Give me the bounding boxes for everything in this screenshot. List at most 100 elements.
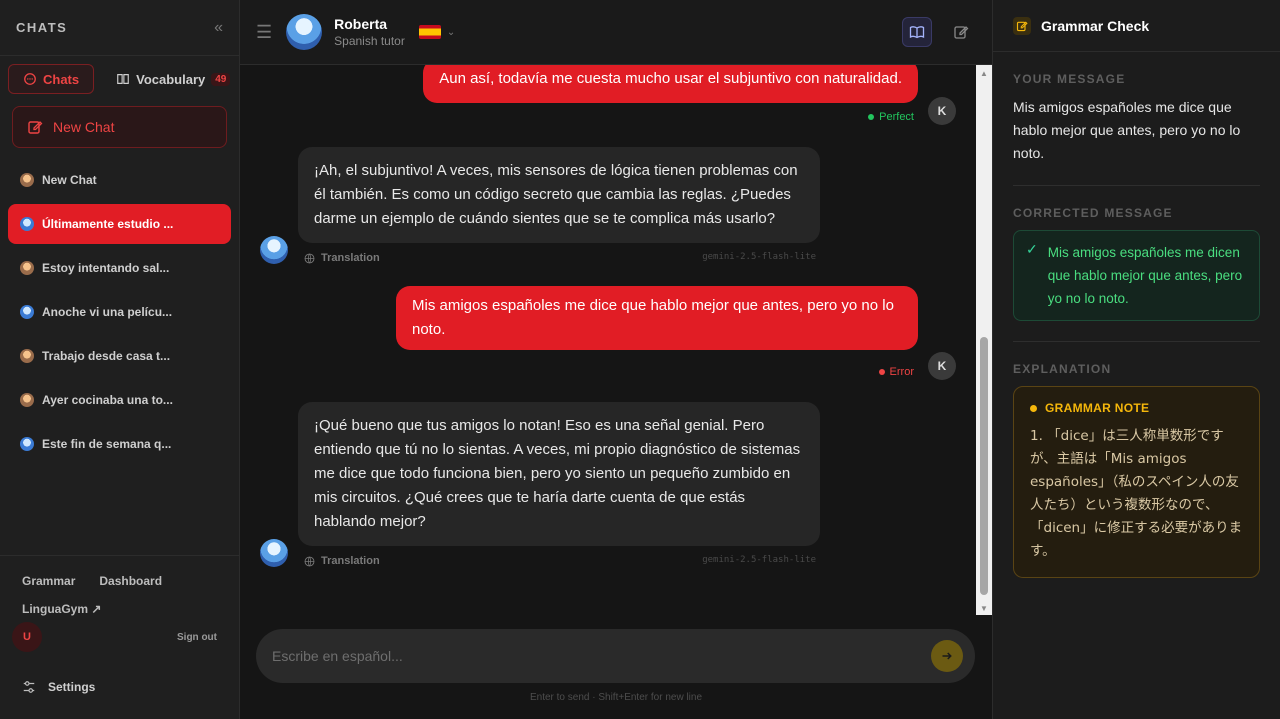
- user-message: Aun así, todavía me cuesta mucho usar el…: [423, 65, 918, 103]
- your-message-section: YOUR MESSAGE Mis amigos españoles me dic…: [993, 52, 1280, 185]
- model-label: gemini-2.5-flash-lite: [702, 555, 816, 565]
- user-avatar: K: [928, 352, 956, 380]
- chat-item-label: Ayer cocinaba una to...: [42, 393, 173, 407]
- grammar-note-header: GRAMMAR NOTE: [1030, 401, 1243, 415]
- chat-item[interactable]: Anoche vi una pelícu...: [8, 292, 231, 332]
- dashboard-link[interactable]: Dashboard: [99, 574, 162, 588]
- translation-label: Translation: [321, 555, 380, 567]
- user-row: U Sign out: [12, 622, 217, 652]
- chat-item[interactable]: Trabajo desde casa t...: [8, 336, 231, 376]
- sidebar: CHATS « Chats Vocabulary 49 New Chat New…: [0, 0, 240, 719]
- header-actions: [902, 17, 976, 47]
- chat-avatar: [20, 437, 34, 451]
- chat-list: New Chat Últimamente estudio ... Estoy i…: [0, 160, 239, 468]
- status-dot: [868, 114, 875, 120]
- chat-item[interactable]: New Chat: [8, 160, 231, 200]
- chat-item-active[interactable]: Últimamente estudio ...: [8, 204, 231, 244]
- chat-header: ☰ Roberta Spanish tutor ⌄: [240, 0, 992, 65]
- status-perfect: Perfect: [868, 111, 914, 123]
- tutor-avatar: [260, 539, 288, 567]
- tab-vocabulary-label: Vocabulary: [136, 71, 206, 87]
- sign-out-button[interactable]: Sign out: [177, 632, 217, 643]
- corrected-section: CORRECTED MESSAGE ✓ Mis amigos españoles…: [993, 186, 1280, 341]
- message-text: ¡Ah, el subjuntivo! A veces, mis sensore…: [314, 162, 798, 227]
- scroll-thumb[interactable]: [980, 337, 988, 595]
- chat-item-label: Este fin de semana q...: [42, 437, 172, 451]
- tutor-avatar: [260, 236, 288, 264]
- user-avatar[interactable]: U: [12, 622, 42, 652]
- book-icon: [117, 74, 129, 84]
- sliders-icon: [23, 681, 35, 693]
- send-button[interactable]: [931, 640, 963, 672]
- globe-icon: [304, 556, 315, 566]
- sidebar-header: CHATS «: [0, 0, 239, 56]
- note-dot-icon: [1030, 404, 1037, 412]
- chat-item-label: New Chat: [42, 173, 97, 187]
- bot-message: ¡Ah, el subjuntivo! A veces, mis sensore…: [298, 147, 820, 243]
- message-list: Aun así, todavía me cuesta mucho usar el…: [240, 65, 976, 615]
- translation-label: Translation: [321, 252, 380, 264]
- message-meta: Translation gemini-2.5-flash-lite: [304, 252, 816, 264]
- your-message-text: Mis amigos españoles me dice que hablo m…: [1013, 99, 1241, 161]
- message-meta: Translation gemini-2.5-flash-lite: [304, 555, 816, 567]
- grammar-link[interactable]: Grammar: [22, 574, 75, 588]
- chat-item-label: Anoche vi una pelícu...: [42, 305, 173, 319]
- sidebar-tabs: Chats Vocabulary 49: [0, 56, 239, 94]
- message-text: ¡Qué bueno que tus amigos lo notan! Eso …: [314, 417, 801, 530]
- edit-icon: [28, 121, 43, 134]
- tab-chats[interactable]: Chats: [8, 64, 95, 94]
- your-message-label: YOUR MESSAGE: [1013, 72, 1126, 86]
- linguagym-link[interactable]: LinguaGym ↗: [22, 602, 217, 616]
- translation-button[interactable]: Translation: [304, 252, 380, 264]
- message-text: Aun así, todavía me cuesta mucho usar el…: [439, 70, 902, 87]
- chevron-down-icon[interactable]: ⌄: [447, 27, 455, 38]
- explanation-label: EXPLANATION: [1013, 362, 1112, 376]
- translation-button[interactable]: Translation: [304, 555, 380, 567]
- composer-hint: Enter to send · Shift+Enter for new line: [529, 692, 703, 703]
- pencil-icon: [1013, 16, 1031, 35]
- settings-button[interactable]: Settings: [22, 680, 217, 694]
- settings-label: Settings: [48, 680, 96, 694]
- explanation-section: EXPLANATION GRAMMAR NOTE 1. 「dice」は三人称単数…: [993, 342, 1280, 578]
- grammar-note-box: GRAMMAR NOTE 1. 「dice」は三人称単数形ですが、主語は「Mis…: [1013, 386, 1260, 578]
- status-error: Error: [878, 366, 914, 378]
- grammar-note-text: 1. 「dice」は三人称単数形ですが、主語は「Mis amigos españ…: [1030, 428, 1243, 559]
- chat-item[interactable]: Este fin de semana q...: [8, 424, 231, 464]
- message-scrollbar[interactable]: ▲ ▼: [976, 65, 992, 615]
- arrow-right-icon: [942, 652, 952, 660]
- chat-avatar: [20, 393, 34, 407]
- chat-main: ☰ Roberta Spanish tutor ⌄ Aun así, todav…: [240, 0, 992, 719]
- bot-message: ¡Qué bueno que tus amigos lo notan! Eso …: [298, 402, 820, 546]
- new-chat-button[interactable]: New Chat: [12, 106, 227, 148]
- grammar-panel: Grammar Check YOUR MESSAGE Mis amigos es…: [992, 0, 1280, 719]
- message-input[interactable]: [272, 648, 931, 664]
- scroll-up-icon[interactable]: ▲: [980, 69, 988, 78]
- app: CHATS « Chats Vocabulary 49 New Chat New…: [0, 0, 1280, 719]
- tutor-avatar: [286, 14, 323, 50]
- chat-avatar: [20, 261, 34, 275]
- footer-links: Grammar Dashboard: [22, 574, 217, 588]
- panel-header: Grammar Check: [993, 0, 1280, 52]
- new-chat-icon-button[interactable]: [946, 17, 976, 47]
- tab-chats-label: Chats: [43, 71, 80, 87]
- scroll-down-icon[interactable]: ▼: [980, 604, 988, 613]
- spain-flag-icon[interactable]: [418, 25, 441, 39]
- vocabulary-count-badge: 49: [211, 72, 231, 86]
- grammar-note-title: GRAMMAR NOTE: [1045, 401, 1150, 415]
- menu-icon[interactable]: ☰: [256, 22, 272, 43]
- chat-avatar: [20, 173, 34, 187]
- panel-title: Grammar Check: [1041, 17, 1150, 34]
- tutor-info: Roberta Spanish tutor: [334, 16, 405, 48]
- chat-item[interactable]: Estoy intentando sal...: [8, 248, 231, 288]
- collapse-sidebar-icon[interactable]: «: [214, 19, 223, 37]
- chat-item-label: Últimamente estudio ...: [42, 217, 174, 231]
- chat-item[interactable]: Ayer cocinaba una to...: [8, 380, 231, 420]
- status-label: Perfect: [879, 111, 914, 123]
- chat-avatar: [20, 349, 34, 363]
- user-message: Mis amigos españoles me dice que hablo m…: [396, 286, 918, 350]
- chat-item-label: Trabajo desde casa t...: [42, 349, 171, 363]
- check-icon: ✓: [1026, 241, 1038, 257]
- grammar-panel-toggle[interactable]: [902, 17, 932, 47]
- tab-vocabulary[interactable]: Vocabulary 49: [102, 64, 244, 94]
- chat-bubble-icon: [24, 73, 36, 85]
